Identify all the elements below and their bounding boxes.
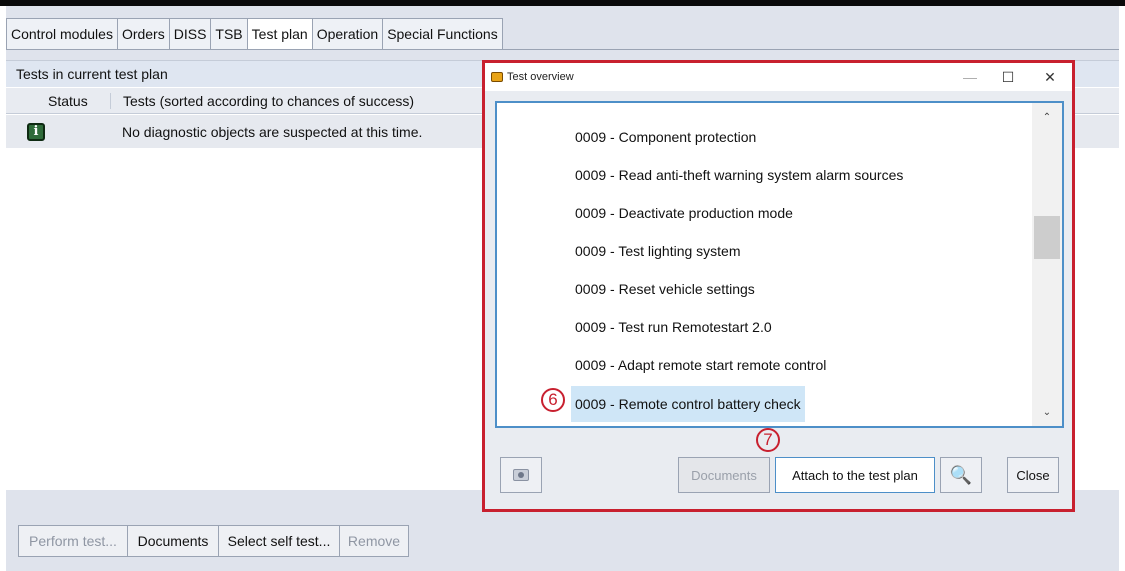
info-icon: i bbox=[27, 122, 45, 141]
attach-to-test-plan-button[interactable]: Attach to the test plan bbox=[775, 457, 935, 493]
remove-button[interactable]: Remove bbox=[339, 525, 409, 557]
dialog-documents-button[interactable]: Documents bbox=[678, 457, 770, 493]
select-self-test-button[interactable]: Select self test... bbox=[218, 525, 340, 557]
tab-special-functions[interactable]: Special Functions bbox=[382, 18, 503, 50]
list-item[interactable]: 0009 - Reset vehicle settings bbox=[571, 273, 759, 305]
dialog-titlebar[interactable]: Test overview — ☐ ✕ bbox=[485, 63, 1072, 91]
test-overview-dialog: Test overview — ☐ ✕ 0009 - Component pro… bbox=[482, 60, 1075, 512]
maximize-button[interactable]: ☐ bbox=[993, 67, 1023, 87]
scroll-thumb[interactable] bbox=[1034, 216, 1060, 259]
row-text: No diagnostic objects are suspected at t… bbox=[122, 123, 423, 140]
tab-diss[interactable]: DISS bbox=[168, 18, 212, 50]
annotation-marker-7: 7 bbox=[756, 428, 780, 452]
screenshot-button[interactable] bbox=[500, 457, 542, 493]
tab-tsb[interactable]: TSB bbox=[210, 18, 248, 50]
list-item[interactable]: 0009 - Deactivate production mode bbox=[571, 197, 797, 229]
scroll-up-arrow-icon[interactable]: ⌃ bbox=[1032, 107, 1062, 127]
magnifier-icon: 🔍 bbox=[949, 464, 973, 485]
list-item-selected[interactable]: 0009 - Remote control battery check bbox=[571, 386, 805, 422]
list-item[interactable]: 0009 - Component protection bbox=[571, 121, 760, 153]
documents-button[interactable]: Documents bbox=[127, 525, 219, 557]
tab-operation[interactable]: Operation bbox=[311, 18, 384, 50]
tab-strip-divider bbox=[6, 49, 1119, 50]
dialog-close-button[interactable]: Close bbox=[1007, 457, 1059, 493]
list-item[interactable]: 0009 - Test run Remotestart 2.0 bbox=[571, 311, 776, 343]
annotation-marker-6: 6 bbox=[541, 388, 565, 412]
list-item[interactable]: 0009 - Adapt remote start remote control bbox=[571, 349, 830, 381]
column-header-status[interactable]: Status bbox=[6, 93, 110, 109]
app-icon bbox=[491, 72, 503, 82]
window-right-edge bbox=[1119, 6, 1125, 571]
dialog-body: 0009 - Component protection 0009 - Read … bbox=[485, 91, 1072, 509]
row-status-cell: i bbox=[6, 122, 110, 141]
column-header-tests[interactable]: Tests (sorted according to chances of su… bbox=[110, 92, 414, 109]
search-button[interactable]: 🔍 bbox=[940, 457, 982, 493]
minimize-button[interactable]: — bbox=[955, 67, 985, 87]
dialog-title: Test overview bbox=[507, 71, 574, 83]
tab-control-modules[interactable]: Control modules bbox=[6, 18, 118, 50]
scroll-down-arrow-icon[interactable]: ⌄ bbox=[1032, 402, 1062, 422]
perform-test-button[interactable]: Perform test... bbox=[18, 525, 128, 557]
tab-orders[interactable]: Orders bbox=[116, 18, 170, 50]
camera-icon bbox=[513, 469, 529, 481]
scrollbar[interactable]: ⌃ ⌄ bbox=[1032, 103, 1062, 426]
tab-test-plan[interactable]: Test plan bbox=[246, 18, 313, 50]
close-window-button[interactable]: ✕ bbox=[1035, 67, 1065, 87]
list-item[interactable]: 0009 - Read anti-theft warning system al… bbox=[571, 159, 907, 191]
tab-bar: Control modules Orders DISS TSB Test pla… bbox=[6, 18, 503, 50]
test-list[interactable]: 0009 - Component protection 0009 - Read … bbox=[495, 101, 1064, 428]
list-item[interactable]: 0009 - Test lighting system bbox=[571, 235, 745, 267]
